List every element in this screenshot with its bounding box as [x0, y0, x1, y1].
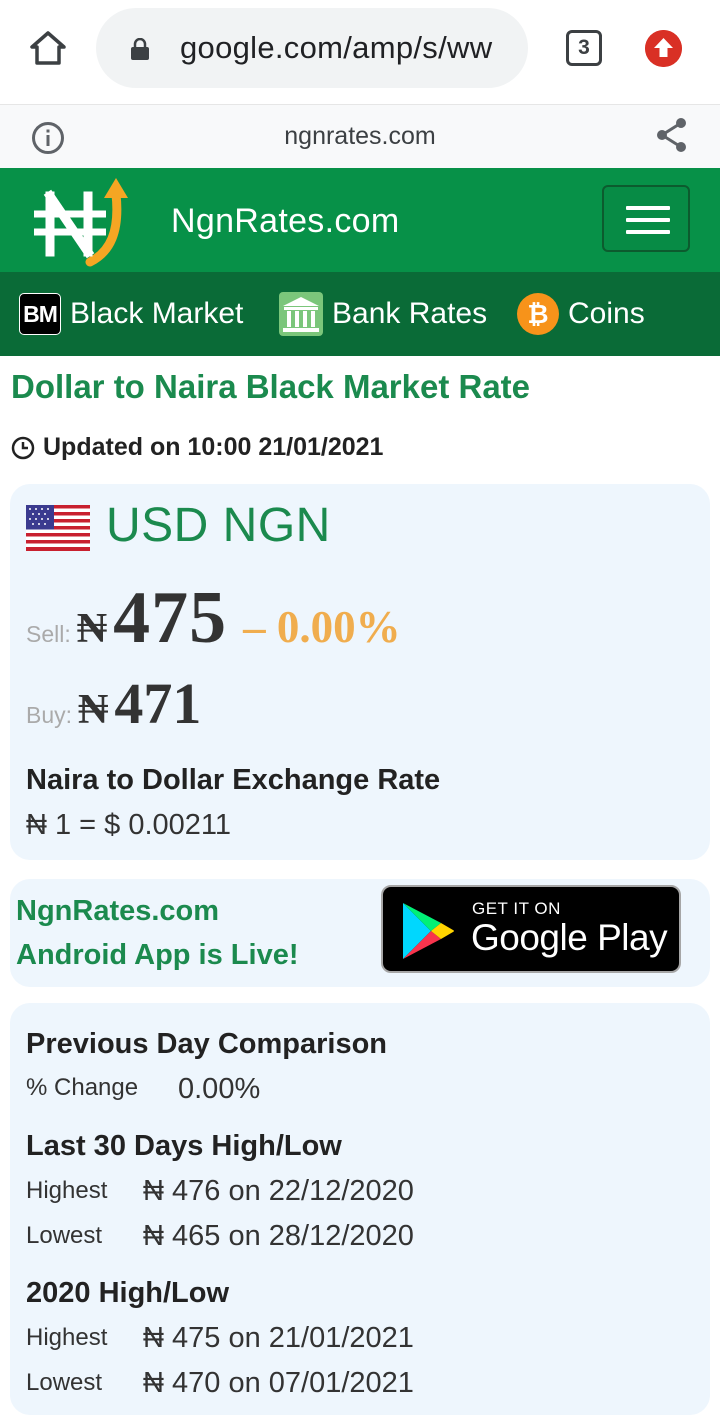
currency-pair: USD NGN: [106, 499, 331, 552]
badge-small-text: GET IT ON: [472, 899, 561, 918]
tab-switcher-button[interactable]: 3: [566, 30, 602, 66]
custom-tab-info-bar: ngnrates.com: [0, 104, 720, 168]
home-icon[interactable]: [28, 28, 68, 68]
black-market-icon: BM: [19, 293, 61, 335]
hamburger-menu-button[interactable]: [602, 185, 690, 252]
browser-toolbar: google.com/amp/s/ww 3: [0, 0, 720, 104]
exchange-rate-title: Naira to Dollar Exchange Rate: [26, 764, 441, 796]
year-low-value: ₦ 470 on 07/01/2021: [143, 1367, 414, 1399]
ngnrates-logo[interactable]: [28, 172, 132, 268]
address-bar[interactable]: google.com/amp/s/ww: [96, 8, 528, 88]
last30-low-value: ₦ 465 on 28/12/2020: [143, 1220, 414, 1252]
naira-symbol: ₦: [76, 606, 108, 652]
sell-rate: Sell: ₦ 475 – 0.00%: [26, 576, 401, 661]
nav-label: Coins: [568, 297, 645, 330]
prev-day-title: Previous Day Comparison: [26, 1028, 387, 1060]
stats-card: Previous Day Comparison % Change 0.00% L…: [10, 1003, 710, 1415]
exchange-rate-value: ₦ 1 = $ 0.00211: [26, 809, 232, 841]
google-play-badge[interactable]: GET IT ON Google Play: [381, 885, 681, 973]
updated-text: Updated on 10:00 21/01/2021: [43, 433, 384, 461]
nav-label: Bank Rates: [332, 297, 488, 330]
change-percent: – 0.00%: [243, 602, 401, 652]
buy-label: Buy:: [26, 702, 73, 728]
last30-high-label: Highest: [26, 1177, 108, 1204]
menu-bar: [626, 218, 670, 222]
year-title: 2020 High/Low: [26, 1277, 230, 1309]
us-flag-icon: [26, 505, 90, 551]
buy-rate: Buy: ₦ 471: [26, 670, 201, 737]
nav-black-market[interactable]: BM Black Market: [19, 292, 243, 336]
sell-value: 475: [113, 577, 228, 659]
bank-icon: [279, 292, 323, 336]
app-promo-text[interactable]: NgnRates.com Android App is Live!: [16, 889, 298, 977]
bitcoin-icon: ₿: [517, 293, 559, 335]
lock-icon: [131, 38, 149, 60]
page-title: Dollar to Naira Black Market Rate: [11, 368, 531, 405]
rate-card: USD NGN Sell: ₦ 475 – 0.00% Buy: ₦ 471 N…: [10, 484, 710, 860]
menu-bar: [626, 230, 670, 234]
site-header: NgnRates.com: [0, 168, 720, 272]
year-high-label: Highest: [26, 1324, 108, 1351]
clock-icon: [11, 436, 35, 459]
app-promo-card: NgnRates.com Android App is Live! GET IT…: [10, 879, 710, 987]
upload-icon[interactable]: [645, 30, 682, 67]
nav-bank-rates[interactable]: Bank Rates: [279, 292, 487, 336]
main-nav: BM Black Market Bank Rates ₿ Coins: [0, 272, 720, 356]
app-promo-line2: Android App is Live!: [16, 939, 299, 971]
prev-day-value: 0.00%: [178, 1073, 261, 1105]
nav-label: Black Market: [70, 297, 244, 330]
url-text: google.com/amp/s/ww: [180, 30, 493, 65]
menu-bar: [626, 206, 670, 210]
year-low-label: Lowest: [26, 1369, 103, 1396]
buy-value: 471: [114, 671, 202, 736]
last30-title: Last 30 Days High/Low: [26, 1130, 342, 1162]
share-icon[interactable]: [656, 117, 688, 153]
sell-label: Sell:: [26, 621, 71, 647]
google-play-icon: [403, 903, 454, 959]
app-promo-line1: NgnRates.com: [16, 895, 220, 927]
site-title[interactable]: NgnRates.com: [171, 202, 399, 241]
site-domain: ngnrates.com: [284, 122, 436, 150]
year-high-value: ₦ 475 on 21/01/2021: [143, 1322, 414, 1354]
last30-high-value: ₦ 476 on 22/12/2020: [143, 1175, 414, 1207]
last30-low-label: Lowest: [26, 1222, 103, 1249]
updated-timestamp: Updated on 10:00 21/01/2021: [11, 433, 383, 462]
nav-coins[interactable]: ₿ Coins: [517, 292, 645, 336]
prev-day-label: % Change: [26, 1074, 139, 1101]
badge-big-text: Google Play: [471, 917, 668, 958]
naira-symbol: ₦: [78, 687, 109, 733]
